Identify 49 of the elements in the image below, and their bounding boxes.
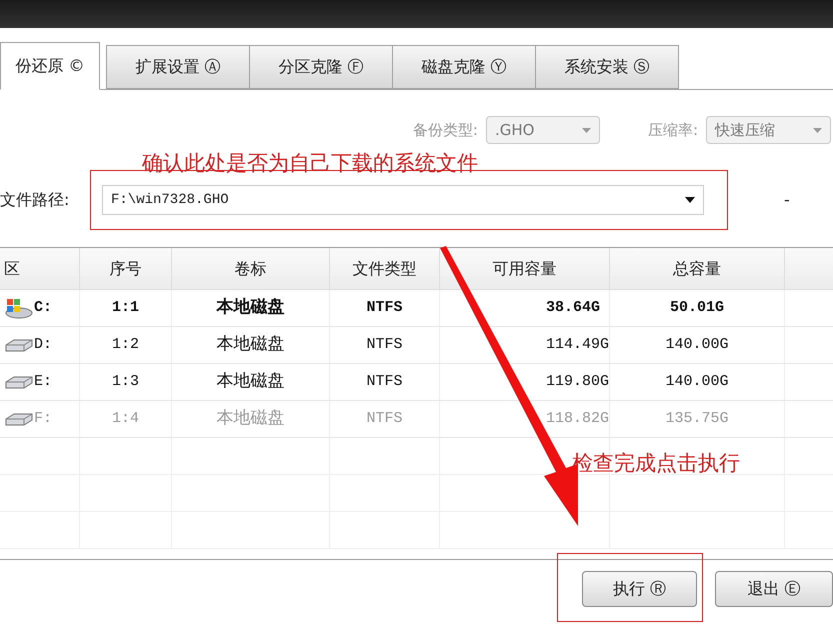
tab[interactable]: 系统安装 Ⓢ (535, 45, 679, 89)
drive-icon (4, 337, 34, 353)
file-path-field[interactable]: F:\win7328.GHO (102, 185, 704, 215)
dropdown-arrow-icon (813, 128, 822, 132)
tab[interactable]: 分区克隆 Ⓕ (249, 45, 393, 89)
table-cell-text: 114.49G (546, 334, 610, 355)
table-cell-text: NTFS (366, 334, 402, 355)
file-path-label: 文件路径: (0, 189, 70, 211)
drive-icon (4, 374, 34, 390)
column-header[interactable]: 可用容量 (492, 256, 556, 280)
column-header[interactable]: 总容量 (673, 256, 721, 280)
table-cell-text: NTFS (366, 372, 402, 392)
table-cell-text: C: (34, 298, 52, 318)
exit-button[interactable]: 退出 Ⓔ (715, 571, 833, 607)
column-header[interactable]: 卷标 (234, 256, 266, 280)
column-header[interactable]: 区 (4, 256, 20, 280)
table-cell-text: 140.00G (665, 334, 728, 355)
table-cell-text: 50.01G (670, 298, 724, 318)
table-cell-text: D: (34, 334, 52, 355)
table-cell-text: 1:3 (112, 372, 139, 392)
compression-label: 压缩率: (648, 120, 698, 141)
column-header[interactable]: 序号 (110, 256, 142, 280)
table-cell-text: 本地磁盘 (216, 296, 284, 320)
table-cell-text: 1:1 (112, 298, 139, 318)
table-cell-text: 本地磁盘 (216, 370, 284, 394)
dropdown-arrow-icon (582, 128, 591, 132)
drive-icon (4, 411, 34, 427)
table-cell-text: 1:4 (112, 408, 139, 429)
tab[interactable]: 份还原 © (0, 42, 100, 90)
collapse-dash[interactable]: - (784, 188, 790, 212)
table-cell-text: 38.64G (546, 298, 600, 318)
table-cell-text: 140.00G (665, 372, 728, 392)
tab[interactable]: 磁盘克隆 Ⓨ (392, 45, 536, 89)
table-cell-text: 135.75G (665, 408, 728, 429)
column-header[interactable]: 文件类型 (352, 256, 416, 280)
table-cell-text: 本地磁盘 (216, 333, 284, 356)
table-cell-text: 119.80G (546, 372, 610, 392)
execute-button[interactable]: 执行 Ⓡ (582, 571, 697, 607)
table-cell-text: F: (34, 408, 52, 429)
tab[interactable]: 扩展设置 Ⓐ (106, 45, 250, 89)
backup-type-label: 备份类型: (412, 120, 478, 141)
table-cell-text: 本地磁盘 (216, 407, 284, 430)
table-cell-text: 1:2 (112, 334, 139, 355)
table-cell-text: NTFS (366, 298, 402, 318)
dropdown-arrow-icon (685, 197, 695, 203)
table-cell-text: 118.82G (546, 408, 610, 429)
windows-drive-icon (4, 297, 34, 319)
table-cell-text: NTFS (366, 408, 402, 429)
table-cell-text: E: (34, 372, 52, 392)
